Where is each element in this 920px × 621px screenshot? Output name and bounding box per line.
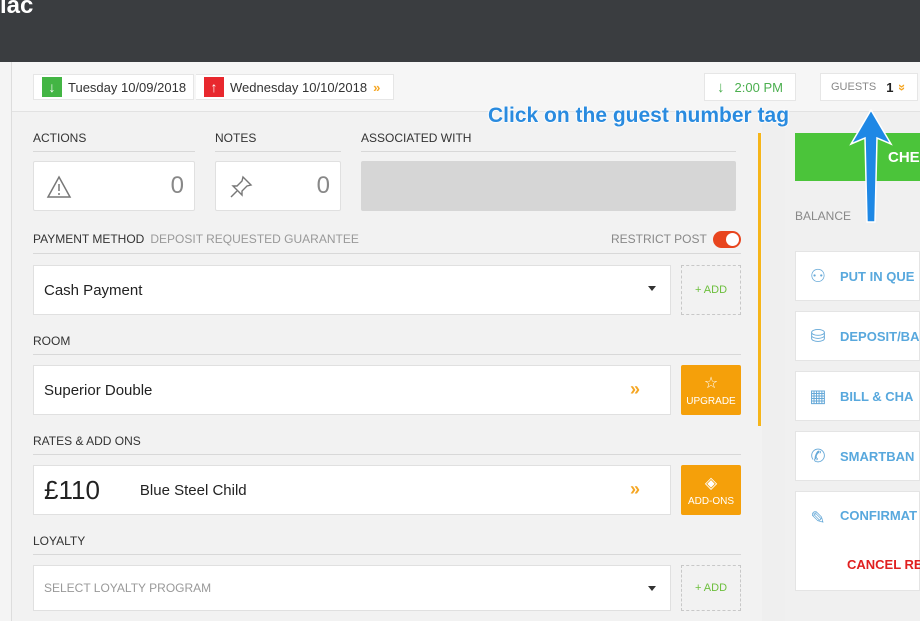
chevron-down-icon: » bbox=[895, 83, 911, 91]
divider bbox=[215, 151, 341, 152]
layers-icon: ◈ bbox=[704, 475, 718, 492]
add-ons-button[interactable]: ◈ ADD-ONS bbox=[681, 465, 741, 515]
chevron-down-icon: » bbox=[373, 79, 381, 95]
arrival-date[interactable]: ↓ Tuesday 10/09/2018 bbox=[33, 74, 194, 100]
departure-date-text: Wednesday 10/10/2018 bbox=[230, 79, 368, 95]
associated-label: ASSOCIATED WITH bbox=[361, 131, 472, 145]
notes-label: NOTES bbox=[215, 131, 257, 145]
left-edge bbox=[0, 62, 12, 621]
pen-icon: ✎ bbox=[810, 508, 826, 528]
tutorial-annotation: Click on the guest number tag bbox=[487, 104, 790, 128]
smartband-button[interactable]: ✆ SMARTBAN bbox=[795, 431, 920, 481]
restrict-post-label: RESTRICT POST bbox=[611, 232, 707, 246]
payment-method-label: PAYMENT METHOD DEPOSIT REQUESTED GUARANTE… bbox=[33, 232, 359, 246]
rates-label: RATES & ADD ONS bbox=[33, 434, 141, 448]
guests-tag[interactable]: GUESTS 1 » bbox=[820, 73, 918, 101]
loyalty-placeholder: SELECT LOYALTY PROGRAM bbox=[44, 581, 212, 595]
calculator-icon: ▦ bbox=[809, 385, 827, 406]
upgrade-button[interactable]: ☆ UPGRADE bbox=[681, 365, 741, 415]
top-bar: iac bbox=[0, 0, 920, 62]
payment-method-sub: DEPOSIT REQUESTED GUARANTEE bbox=[150, 232, 359, 246]
add-payment-button[interactable]: + ADD bbox=[681, 265, 741, 315]
divider bbox=[33, 354, 741, 355]
loyalty-label: LOYALTY bbox=[33, 534, 86, 548]
divider bbox=[33, 454, 741, 455]
cancel-reservation-link[interactable]: CANCEL RE bbox=[847, 557, 920, 572]
actions-label: ACTIONS bbox=[33, 131, 87, 145]
guests-count: 1 bbox=[886, 79, 894, 95]
notes-count: 0 bbox=[316, 172, 330, 199]
rate-name: Blue Steel Child bbox=[139, 481, 247, 499]
departure-date[interactable]: ↑ Wednesday 10/10/2018 » bbox=[196, 74, 394, 100]
actions-count: 0 bbox=[170, 172, 184, 199]
restrict-post-toggle[interactable] bbox=[713, 231, 741, 248]
coins-icon: ⛁ bbox=[810, 325, 826, 346]
rate-price: £110 bbox=[44, 474, 100, 505]
annotation-arrow-icon bbox=[849, 108, 893, 223]
arrival-time-text: 2:00 PM bbox=[734, 79, 783, 95]
add-ons-label: ADD-ONS bbox=[687, 496, 735, 507]
notes-card[interactable]: 0 bbox=[215, 161, 341, 211]
arrival-arrow-icon: ↓ bbox=[717, 78, 725, 96]
divider bbox=[33, 253, 741, 254]
loyalty-select[interactable]: SELECT LOYALTY PROGRAM bbox=[33, 565, 671, 611]
balance-label: BALANCE bbox=[795, 209, 852, 223]
bill-and-charges-button[interactable]: ▦ BILL & CHA bbox=[795, 371, 920, 421]
room-label: ROOM bbox=[33, 334, 71, 348]
double-chevron-icon: » bbox=[629, 379, 640, 399]
actions-card[interactable]: 0 bbox=[33, 161, 195, 211]
upgrade-label: UPGRADE bbox=[686, 396, 736, 407]
departure-arrow-icon: ↑ bbox=[204, 77, 224, 97]
add-loyalty-button[interactable]: + ADD bbox=[681, 565, 741, 611]
guests-label: GUESTS bbox=[831, 81, 877, 93]
put-in-queue-button[interactable]: ⚇ PUT IN QUE bbox=[795, 251, 920, 301]
phone-icon: ✆ bbox=[810, 445, 826, 466]
reservation-panel bbox=[12, 62, 762, 621]
caret-down-icon bbox=[648, 286, 656, 291]
status-indicator-line bbox=[758, 133, 761, 426]
rate-field[interactable]: £110 Blue Steel Child » bbox=[33, 465, 671, 515]
room-value: Superior Double bbox=[44, 381, 153, 399]
divider bbox=[33, 151, 195, 152]
payment-method-title: PAYMENT METHOD bbox=[33, 232, 145, 246]
caret-down-icon bbox=[648, 586, 656, 591]
warning-icon bbox=[46, 175, 72, 198]
divider bbox=[361, 151, 736, 152]
confirmation-button[interactable]: ✎ CONFIRMAT bbox=[795, 491, 920, 591]
star-icon: ☆ bbox=[703, 375, 719, 392]
put-in-queue-label: PUT IN QUE bbox=[840, 268, 915, 284]
confirmation-label: CONFIRMAT bbox=[840, 508, 918, 523]
arrival-date-text: Tuesday 10/09/2018 bbox=[68, 79, 187, 95]
payment-method-value: Cash Payment bbox=[44, 281, 143, 299]
double-chevron-icon: » bbox=[629, 479, 640, 499]
people-icon: ⚇ bbox=[809, 265, 827, 286]
payment-method-select[interactable]: Cash Payment bbox=[33, 265, 671, 315]
pin-icon bbox=[230, 175, 253, 198]
divider bbox=[33, 554, 741, 555]
bill-and-charges-label: BILL & CHA bbox=[840, 388, 914, 404]
arrival-arrow-icon: ↓ bbox=[42, 77, 62, 97]
deposit-button[interactable]: ⛁ DEPOSIT/BA bbox=[795, 311, 920, 361]
property-title: iac bbox=[0, 0, 34, 19]
associated-with-field[interactable] bbox=[361, 161, 736, 211]
room-field[interactable]: Superior Double » bbox=[33, 365, 671, 415]
deposit-label: DEPOSIT/BA bbox=[840, 328, 920, 344]
smartband-label: SMARTBAN bbox=[840, 448, 915, 464]
arrival-time[interactable]: ↓ 2:00 PM bbox=[704, 73, 796, 101]
